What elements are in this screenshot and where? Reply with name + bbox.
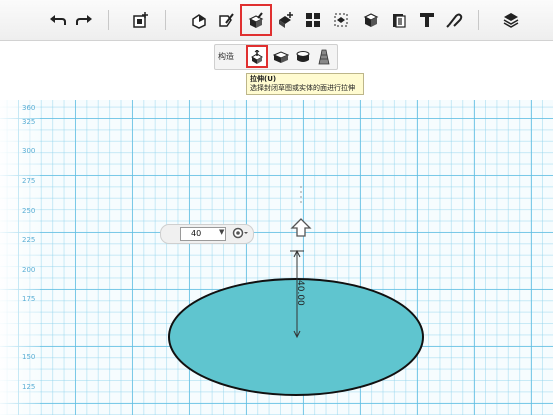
chevron-down-icon[interactable]: ▼: [219, 228, 224, 236]
dimension-text: 40.00: [295, 280, 305, 306]
extrude-handle-arrow-icon[interactable]: [290, 218, 312, 237]
extrude-value-box: 40 ▼: [160, 224, 254, 244]
gear-icon[interactable]: [232, 226, 248, 240]
viewport-overlay: [168, 186, 424, 396]
